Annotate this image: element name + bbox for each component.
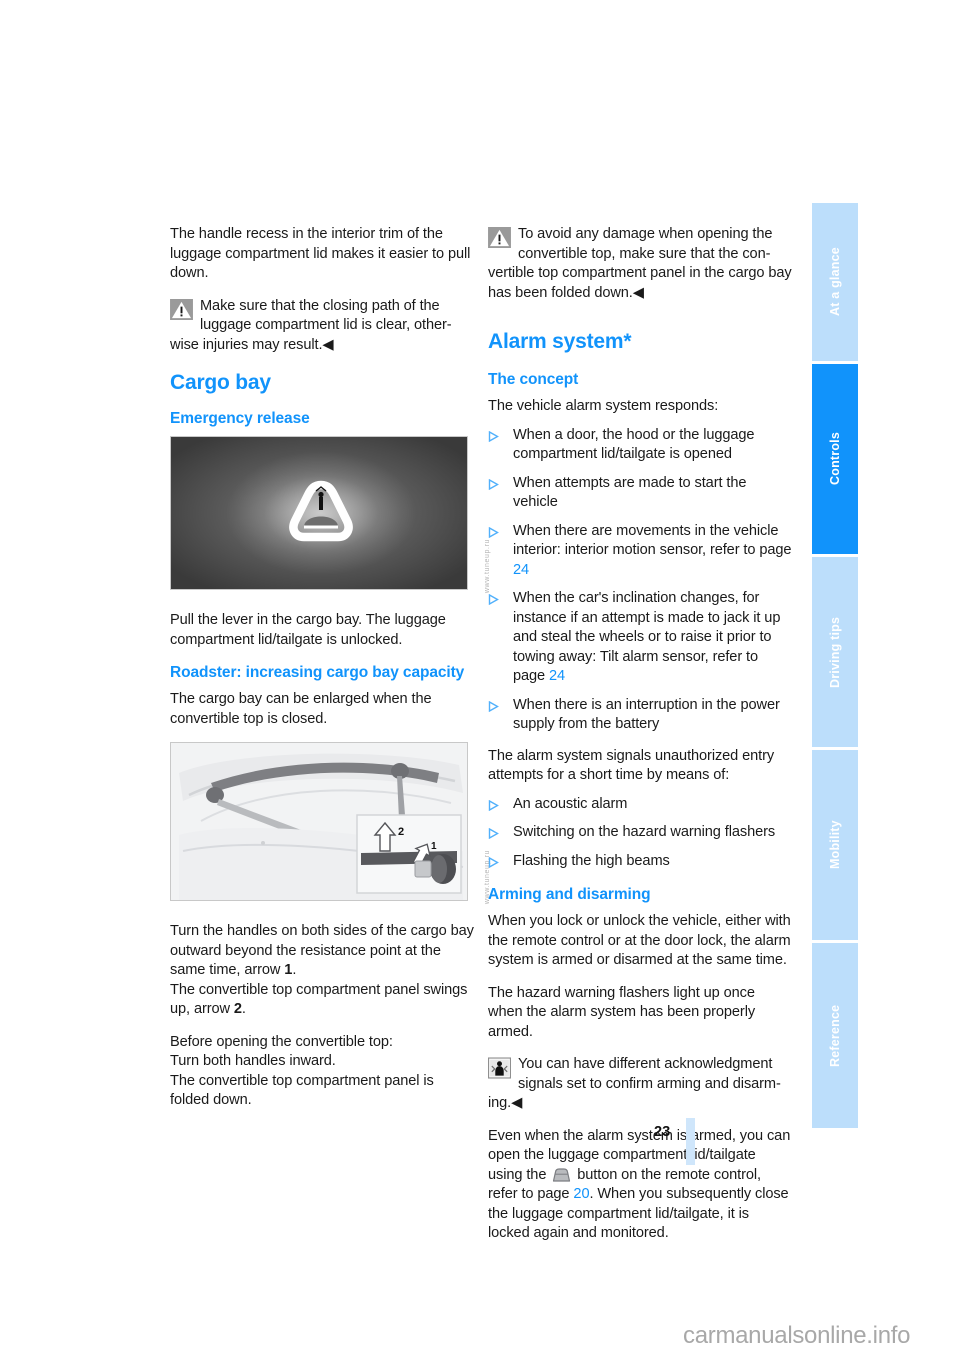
info-person-icon xyxy=(488,1057,511,1079)
bullet-list-signals: An acoustic alarm Switching on the hazar… xyxy=(488,795,793,872)
list-item-text: Flashing the high beams xyxy=(513,852,670,869)
list-item: When a door, the hood or the luggage com… xyxy=(488,426,793,465)
bullet-triangle-icon xyxy=(488,799,499,811)
figure-cargo-bay-handles: 2 1 www.tuneup.ru xyxy=(170,742,491,906)
bullet-triangle-icon xyxy=(488,856,499,868)
list-item: When the car's inclination changes, for … xyxy=(488,589,793,687)
panel-swings-text-b: . xyxy=(241,1001,246,1017)
bullet-triangle-icon xyxy=(488,594,499,605)
sidebar-tab-mobility[interactable]: Mobility xyxy=(812,750,858,940)
trunk-button-icon xyxy=(553,1167,571,1182)
paragraph-lock-unlock: When you lock or unlock the vehicle, eit… xyxy=(488,913,791,968)
bullet-triangle-icon xyxy=(488,700,499,712)
turn-handles-text-a: Turn the handles on both sides of the ca… xyxy=(170,923,474,978)
paragraph-alarm-responds: The vehicle alarm system responds: xyxy=(488,398,719,414)
heading-emergency-release: Emergency release xyxy=(170,410,310,427)
section-tab-strip: At a glance Controls Driving tips Mobili… xyxy=(812,203,858,1128)
heading-alarm-system: Alarm system* xyxy=(488,330,632,353)
bullet-list-responds: When a door, the hood or the luggage com… xyxy=(488,426,793,735)
info-note-line2: signals set to confirm arming and disarm… xyxy=(518,1075,781,1092)
list-item-text: When attempts are made to start the vehi… xyxy=(513,474,747,511)
warning-note-line1: Make sure that the closing path of the xyxy=(200,297,440,314)
sidebar-tab-label: Mobility xyxy=(828,820,842,870)
paragraph-alarm-signals: The alarm system signals unauthorized en… xyxy=(488,747,775,784)
sidebar-tab-controls[interactable]: Controls xyxy=(812,364,858,554)
sidebar-tab-label: Reference xyxy=(828,1004,842,1067)
paragraph-hazard-flashers: The hazard warning flashers light up onc… xyxy=(488,984,756,1040)
sidebar-tab-label: Controls xyxy=(828,432,842,486)
paragraph-turn-handles: Turn the handles on both sides of the ca… xyxy=(170,922,475,981)
list-item: When there are movements in the vehicle … xyxy=(488,522,793,581)
warning-note-line1: To avoid any damage when opening the xyxy=(518,226,773,242)
list-item-text: When there is an interruption in the pow… xyxy=(513,696,780,733)
bullet-triangle-icon xyxy=(488,828,499,839)
warning-note-body: Make sure that the closing path of the l… xyxy=(200,297,475,336)
heading-the-concept: The concept xyxy=(488,371,579,388)
left-text-column: The handle recess in the interior trim o… xyxy=(170,225,491,1124)
warning-note-line3: vertible top compartment panel in the ca… xyxy=(488,265,792,301)
arrow-label-2: 2 xyxy=(233,1001,242,1017)
info-note-body: You can have different acknowledgment si… xyxy=(518,1055,793,1094)
cargo-bay-handles-diagram: 2 1 xyxy=(170,742,468,901)
warning-note-line2: convertible top, make sure that the con- xyxy=(518,245,771,262)
list-item-text: Switching on the hazard warning flashers xyxy=(513,824,776,840)
heading-roadster-cargo-capacity: Roadster: increasing cargo bay capacity xyxy=(170,664,465,681)
sidebar-tab-label: At a glance xyxy=(828,247,842,317)
info-note-line3: ing.◀ xyxy=(488,1095,523,1111)
page-reference-link[interactable]: 24 xyxy=(549,668,565,684)
paragraph-pull-lever: Pull the lever in the cargo bay. The lug… xyxy=(170,612,446,648)
manual-page: At a glance Controls Driving tips Mobili… xyxy=(0,0,960,1358)
page-number: 23 xyxy=(654,1124,671,1140)
paragraph-cargo-enlarged: The cargo bay can be enlarged when the c… xyxy=(170,691,432,727)
sidebar-tab-label: Driving tips xyxy=(828,616,842,688)
right-text-column: To avoid any damage when opening the con… xyxy=(488,225,793,1257)
intro-paragraph: The handle recess in the interior trim o… xyxy=(170,226,471,281)
list-item: Flashing the high beams xyxy=(488,852,793,872)
emergency-release-handle-photo xyxy=(170,436,468,590)
warning-note-convertible-top: To avoid any damage when opening the con… xyxy=(488,225,793,303)
heading-arming-and-disarming: Arming and disarming xyxy=(488,886,651,903)
svg-text:1: 1 xyxy=(431,841,437,852)
warning-triangle-icon xyxy=(488,227,511,248)
svg-text:2: 2 xyxy=(398,826,404,838)
sidebar-tab-reference[interactable]: Reference xyxy=(812,943,858,1128)
info-note-line1: You can have different acknowledgment xyxy=(518,1056,773,1072)
warning-note-body: To avoid any damage when opening the con… xyxy=(518,225,793,264)
list-item: When there is an interruption in the pow… xyxy=(488,696,793,735)
paragraph-even-when-armed: Even when the alarm system is armed, you… xyxy=(488,1127,793,1244)
sidebar-tab-at-a-glance[interactable]: At a glance xyxy=(812,203,858,361)
page-reference-link[interactable]: 20 xyxy=(573,1186,589,1202)
warning-note-line2: luggage compartment lid is clear, other- xyxy=(200,317,452,333)
warning-triangle-icon xyxy=(170,298,193,320)
footer-watermark: carmanualsonline.info xyxy=(683,1322,911,1349)
paragraph-panel-swings: The convertible top compartment panel sw… xyxy=(170,981,475,1020)
list-item: Switching on the hazard warning flashers xyxy=(488,823,793,843)
bullet-triangle-icon xyxy=(488,478,499,490)
panel-swings-text-a: The convertible top compartment panel sw… xyxy=(170,981,468,1018)
bullet-triangle-icon xyxy=(488,430,499,442)
list-item-text: When a door, the hood or the luggage com… xyxy=(513,426,755,463)
info-note-acknowledgment: You can have different acknowledgment si… xyxy=(488,1055,793,1114)
turn-handles-text-b: . xyxy=(292,962,297,978)
list-item: When attempts are made to start the vehi… xyxy=(488,474,793,513)
page-reference-link[interactable]: 24 xyxy=(513,562,529,578)
warning-note-line3: wise injuries may result.◀ xyxy=(170,336,334,353)
page-rule-marker xyxy=(686,1118,695,1165)
sidebar-tab-driving-tips[interactable]: Driving tips xyxy=(812,557,858,747)
paragraph-before-opening: Before opening the convertible top: Turn… xyxy=(170,1033,434,1109)
list-item: An acoustic alarm xyxy=(488,795,793,815)
list-item-text: An acoustic alarm xyxy=(513,795,628,812)
heading-cargo-bay: Cargo bay xyxy=(170,371,271,394)
bullet-triangle-icon xyxy=(488,526,499,538)
figure-emergency-release: www.tuneup.ru xyxy=(170,436,491,595)
list-item-text: When there are movements in the vehicle … xyxy=(513,522,792,559)
warning-note-closing-path: Make sure that the closing path of the l… xyxy=(170,297,475,356)
